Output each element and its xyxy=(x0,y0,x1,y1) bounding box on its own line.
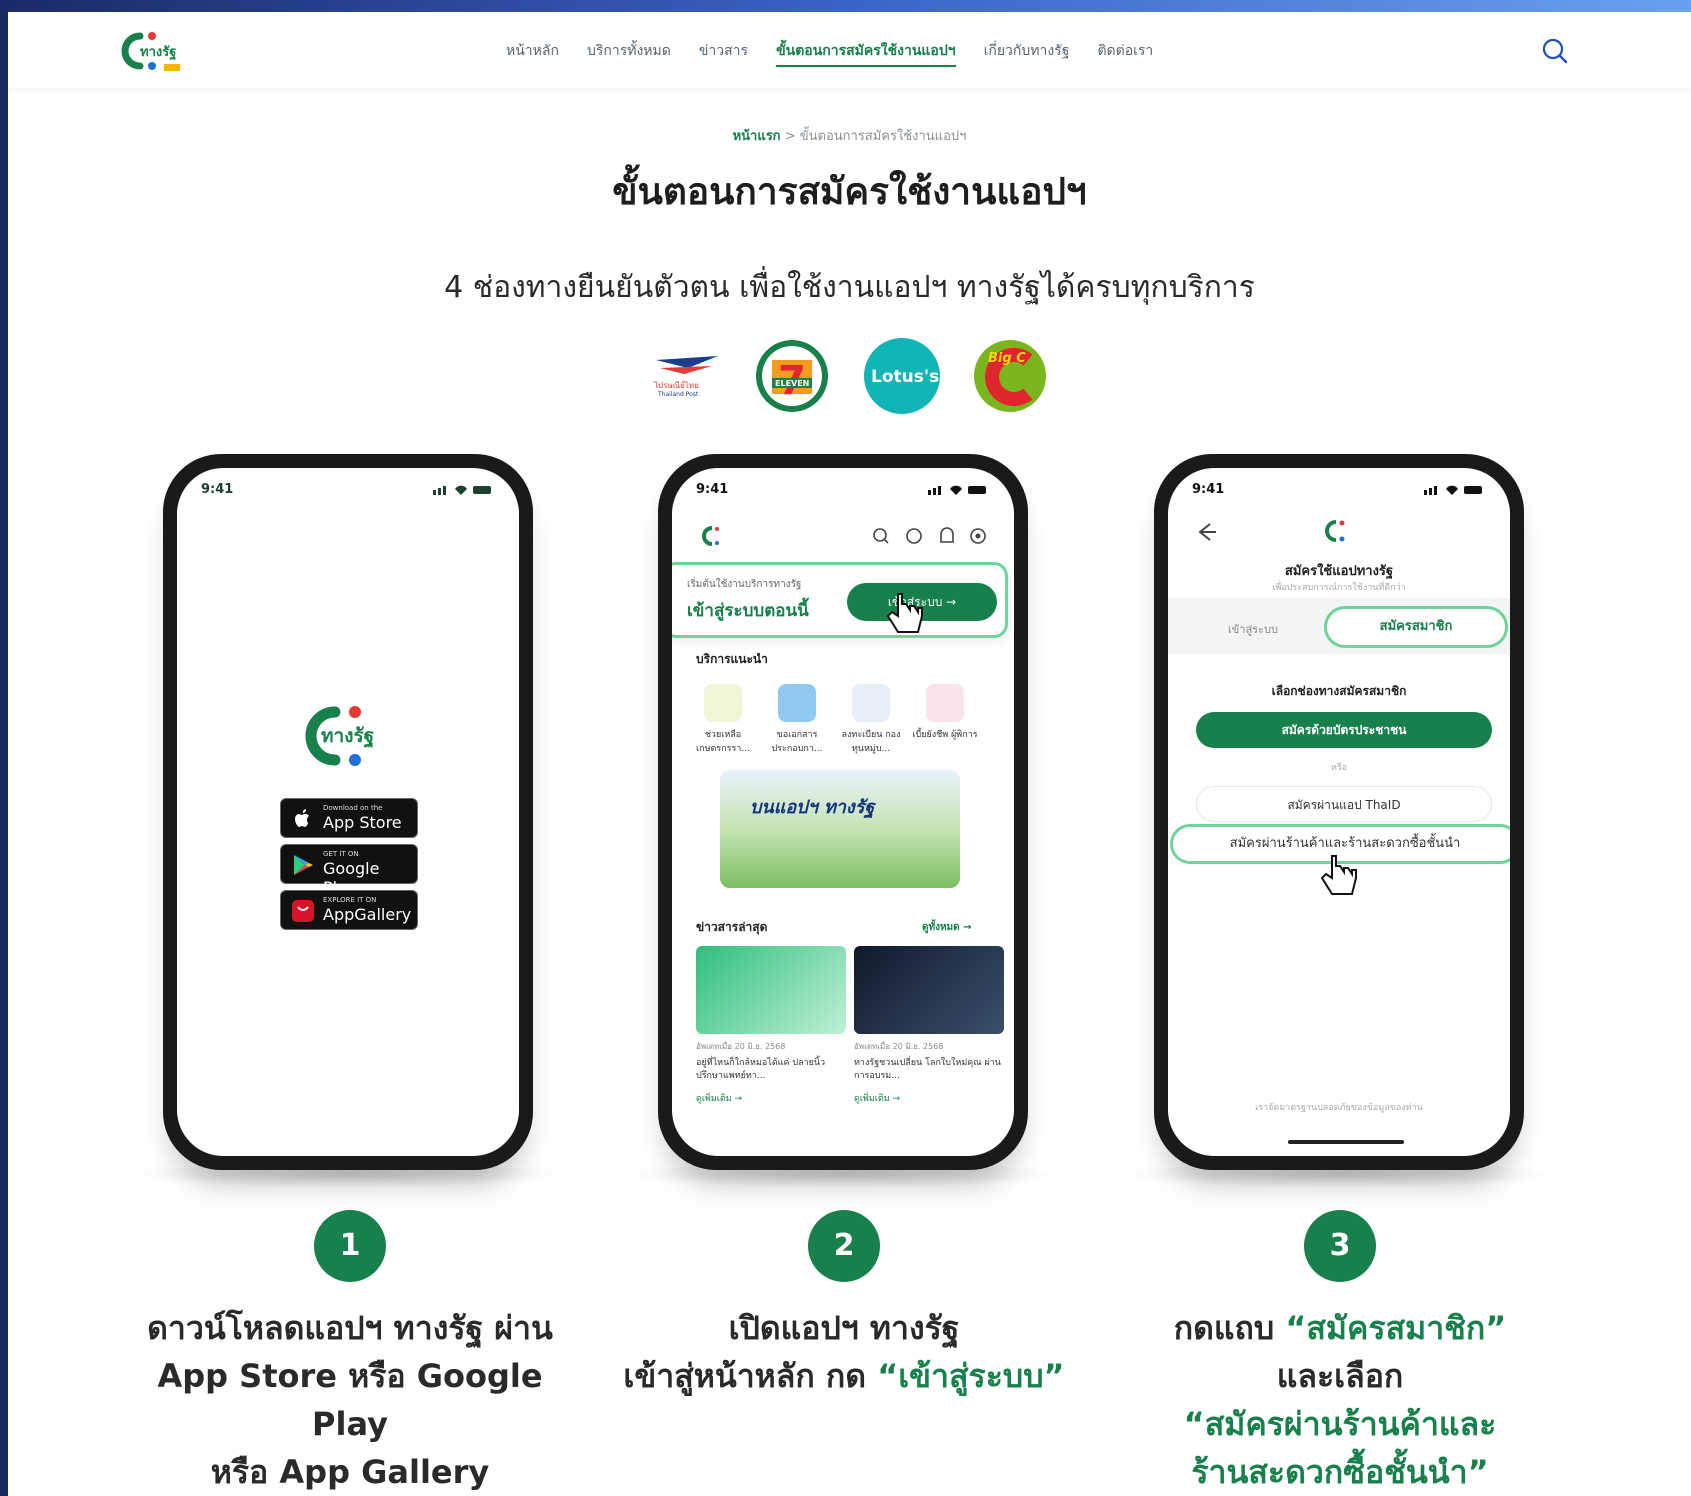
chat-icon xyxy=(906,528,922,544)
main-nav: หน้าหลัก บริการทั้งหมด ข่าวสาร ขั้นตอนกา… xyxy=(506,40,1153,67)
back-arrow-icon[interactable] xyxy=(1194,520,1218,544)
status-time: 9:41 xyxy=(1192,482,1225,497)
signal-wifi-battery-icon xyxy=(928,485,986,495)
phone-step-3: 9:41 สมัครใช้แอปทางรัฐ เพื่อประสบการณ์กา… xyxy=(1154,454,1524,1170)
step-3-badge: 3 xyxy=(1304,1210,1376,1282)
breadcrumb: หน้าแรก > ขั้นตอนการสมัครใช้งานแอปฯ xyxy=(8,125,1691,146)
nav-contact[interactable]: ติดต่อเรา xyxy=(1097,40,1153,67)
login-prompt-card: เริ่มต้นใช้งานบริการทางรัฐ เข้าสู่ระบบตอ… xyxy=(672,562,1008,638)
phone-screen: 9:41 ทางรัฐ Download on the App Store GE… xyxy=(177,468,519,1156)
step-1-text: ดาวน์โหลดแอปฯ ทางรัฐ ผ่าน App Store หรือ… xyxy=(147,1309,553,1491)
svg-text:ไปรษณีย์ไทย: ไปรษณีย์ไทย xyxy=(653,380,699,390)
search-icon[interactable] xyxy=(1541,37,1569,65)
nav-news[interactable]: ข่าวสาร xyxy=(699,40,748,67)
seven-eleven-logo: 7 ELEVEN xyxy=(756,340,828,412)
step-1-badge: 1 xyxy=(314,1210,386,1282)
choose-channel-label: เลือกช่องทางสมัครสมาชิก xyxy=(1271,684,1407,698)
service-village-fund[interactable]: ลงทะเบียน กองทุนหมู่บ... xyxy=(836,684,906,756)
big-c-logo: Big C xyxy=(974,340,1046,412)
step-3-text: กดแถบ “สมัครสมาชิก” และเลือก “สมัครผ่านร… xyxy=(1173,1309,1507,1491)
nav-about[interactable]: เกี่ยวกับทางรัฐ xyxy=(984,40,1070,67)
signal-wifi-battery-icon xyxy=(1424,485,1482,495)
tab-login[interactable]: เข้าสู่ระบบ xyxy=(1228,620,1278,638)
hand-pointer-icon xyxy=(1320,855,1357,895)
nav-home[interactable]: หน้าหลัก xyxy=(506,40,559,67)
phone-screen: 9:41 เริ่มต้นใช้งานบริการทางรัฐ เข้าสู่ร… xyxy=(672,468,1014,1156)
phone-step-2: 9:41 เริ่มต้นใช้งานบริการทางรัฐ เข้าสู่ร… xyxy=(658,454,1028,1170)
apple-icon xyxy=(295,809,309,827)
window-top-strip xyxy=(0,0,1691,12)
register-subtitle: เพื่อประสบการณ์การใช้งานที่ดีกว่า xyxy=(1272,583,1406,593)
privacy-note: เราจัดมาตรฐานปลอดภัยของข้อมูลของท่าน xyxy=(1255,1103,1423,1113)
app-gallery-button[interactable]: EXPLORE IT ON AppGallery xyxy=(280,890,418,930)
svg-text:Thailand Post: Thailand Post xyxy=(657,391,699,398)
phone-step-1: 9:41 ทางรัฐ Download on the App Store GE… xyxy=(163,454,533,1170)
breadcrumb-separator: > xyxy=(780,129,800,144)
hand-pointer-icon xyxy=(886,593,923,633)
search-icon xyxy=(873,528,889,544)
promo-banner[interactable]: บนแอปฯ ทางรัฐ xyxy=(720,770,960,888)
page-subtitle: 4 ช่องทางยืนยันตัวตน เพื่อใช้งานแอปฯ ทาง… xyxy=(444,270,1255,305)
login-prompt-caption: เริ่มต้นใช้งานบริการทางรัฐ xyxy=(687,579,802,590)
tangrat-small-logo xyxy=(1325,520,1345,542)
tangrat-logo[interactable]: ทางรัฐ xyxy=(118,28,188,74)
app-toolbar xyxy=(702,526,986,546)
news-card[interactable]: อัพเดทเมื่อ 20 มิ.ย. 2568 ทางรัฐชวนเปลี่… xyxy=(854,946,1004,1116)
svg-text:ทางรัฐ: ทางรัฐ xyxy=(321,725,374,749)
tangrat-app-icon: ทางรัฐ xyxy=(297,686,399,786)
news-card[interactable]: อัพเดทเมื่อ 20 มิ.ย. 2568 อยู่ที่ไหนก็ใก… xyxy=(696,946,846,1116)
nav-registration-steps[interactable]: ขั้นตอนการสมัครใช้งานแอปฯ xyxy=(776,40,956,67)
recommended-services-label: บริการแนะนำ xyxy=(696,652,768,666)
lotus-logo: Lotus's xyxy=(864,338,940,414)
huawei-appgallery-icon xyxy=(292,900,314,922)
register-id-card-button[interactable]: สมัครด้วยบัตรประชาชน xyxy=(1196,712,1492,748)
svg-text:ELEVEN: ELEVEN xyxy=(775,379,809,388)
nav-all-services[interactable]: บริการทั้งหมด xyxy=(587,40,671,67)
page-title: ขั้นตอนการสมัครใช้งานแอปฯ xyxy=(612,170,1087,213)
step-2-text: เปิดแอปฯ ทางรัฐ เข้าสู่หน้าหลัก กด “เข้า… xyxy=(623,1309,1065,1395)
register-thaid-button[interactable]: สมัครผ่านแอป ThaID xyxy=(1196,786,1492,822)
site-header: ทางรัฐ หน้าหลัก บริการทั้งหมด ข่าวสาร ขั… xyxy=(8,12,1691,88)
tab-register-member[interactable]: สมัครสมาชิก xyxy=(1324,606,1508,648)
breadcrumb-home[interactable]: หน้าแรก xyxy=(733,129,781,144)
service-farmer-aid[interactable]: ช่วยเหลือ เกษตรกรรา... xyxy=(688,684,758,756)
service-documents[interactable]: ขอเอกสาร ประกอบกา... xyxy=(762,684,832,756)
service-disability-allowance[interactable]: เบี้ยยังชีพ ผู้พิการ xyxy=(910,684,980,742)
status-bar: 9:41 xyxy=(1168,468,1510,508)
thailand-post-logo: ไปรษณีย์ไทย Thailand Post xyxy=(653,356,718,398)
phone-screen: 9:41 สมัครใช้แอปทางรัฐ เพื่อประสบการณ์กา… xyxy=(1168,468,1510,1156)
svg-text:Lotus's: Lotus's xyxy=(871,367,939,387)
status-bar: 9:41 xyxy=(672,468,1014,508)
or-divider: หรือ xyxy=(1330,763,1348,773)
home-indicator xyxy=(1288,1140,1404,1144)
breadcrumb-current: ขั้นตอนการสมัครใช้งานแอปฯ xyxy=(799,129,967,144)
svg-text:Big C: Big C xyxy=(988,351,1026,366)
step-2-badge: 2 xyxy=(808,1210,880,1282)
see-all-link[interactable]: ดูทั้งหมด → xyxy=(922,920,972,935)
partner-logos: ไปรษณีย์ไทย Thailand Post 7 ELEVEN Lotus… xyxy=(648,338,1048,422)
google-play-button[interactable]: GET IT ON Google Play xyxy=(280,844,418,897)
register-title: สมัครใช้แอปทางรัฐ xyxy=(1284,564,1394,579)
svg-text:ทางรัฐ: ทางรัฐ xyxy=(140,45,176,61)
app-store-button[interactable]: Download on the App Store xyxy=(280,798,418,838)
latest-news-label: ข่าวสารล่าสุด xyxy=(696,920,768,934)
status-time: 9:41 xyxy=(696,482,729,497)
bell-icon xyxy=(940,527,954,543)
page: ทางรัฐ หน้าหลัก บริการทั้งหมด ข่าวสาร ขั… xyxy=(8,12,1691,1496)
gear-icon xyxy=(970,528,986,544)
google-play-icon xyxy=(294,855,313,875)
login-prompt-heading: เข้าสู่ระบบตอนนี้ xyxy=(687,601,809,621)
